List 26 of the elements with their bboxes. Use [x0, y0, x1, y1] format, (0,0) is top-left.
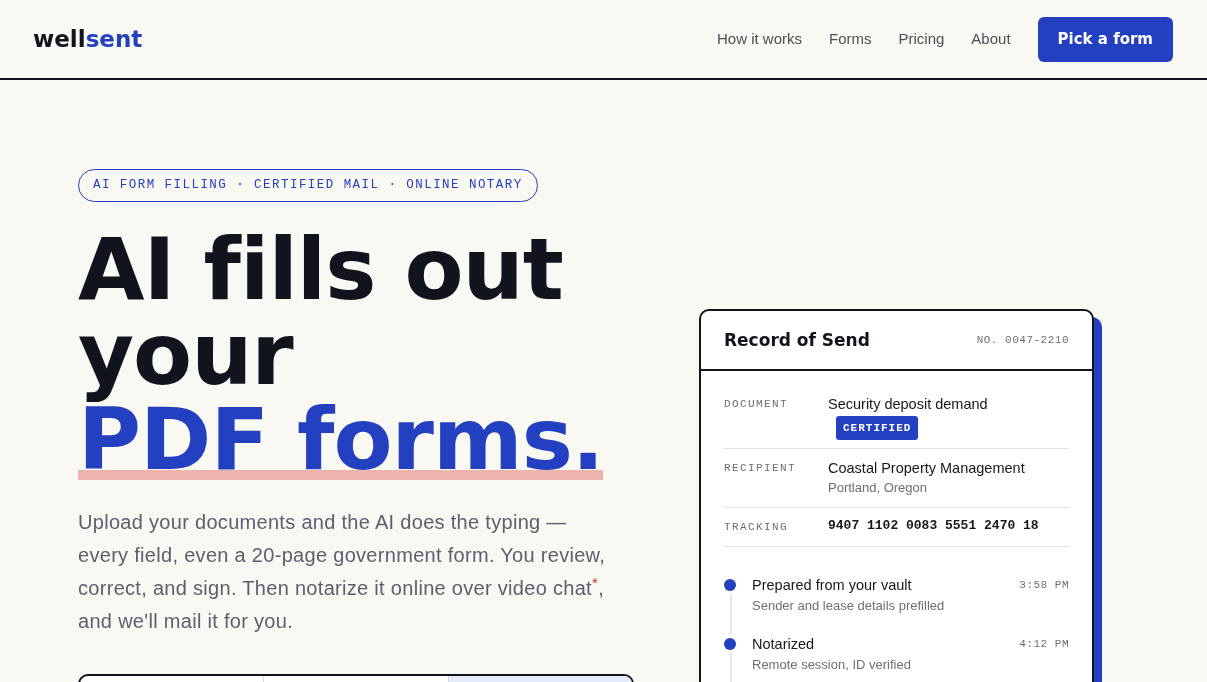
- brand-logo[interactable]: wellsent: [33, 21, 143, 57]
- event-time: 3:58 PM: [1019, 578, 1069, 593]
- event-title: Prepared from your vault: [752, 576, 912, 595]
- nav-link[interactable]: Pricing: [898, 27, 945, 51]
- field-label: RECIPIENT: [724, 461, 797, 476]
- field-label: TRACKING: [724, 520, 789, 535]
- nav-link[interactable]: Forms: [829, 27, 872, 51]
- field-value: Security deposit demand: [828, 395, 988, 414]
- nav-link[interactable]: How it works: [717, 27, 802, 51]
- nav-link[interactable]: About: [971, 27, 1011, 51]
- event-time: 4:12 PM: [1019, 637, 1069, 652]
- timeline-dot-icon: [724, 579, 736, 591]
- card-title: Record of Send: [724, 329, 870, 351]
- field-value: 9407 1102 0083 5551 2470 18: [828, 517, 1039, 535]
- field-detail: Portland, Oregon: [828, 479, 928, 497]
- hero-description: Upload your documents and the AI does the typing — every field, even a 20-page government form. You review, correct, and sign. Then notarize it online over video chat$^{*}$, and we'll mail it for you.: [78, 510, 607, 634]
- field-label: DOCUMENT: [724, 397, 789, 412]
- hero-heading: AI fills out your PDF forms.: [78, 227, 605, 482]
- timeline-dot-icon: [724, 638, 736, 650]
- event-detail: Remote session, ID verified: [752, 656, 912, 674]
- event-title: Notarized: [752, 635, 815, 654]
- pick-form-button[interactable]: Pick a form: [1037, 16, 1173, 62]
- status-badge: CERTIFIED: [836, 416, 919, 440]
- field-value: Coastal Property Management: [828, 459, 1025, 478]
- record-number: NO. 0047-2210: [976, 333, 1069, 348]
- event-detail: Sender and lease details prefilled: [752, 597, 946, 615]
